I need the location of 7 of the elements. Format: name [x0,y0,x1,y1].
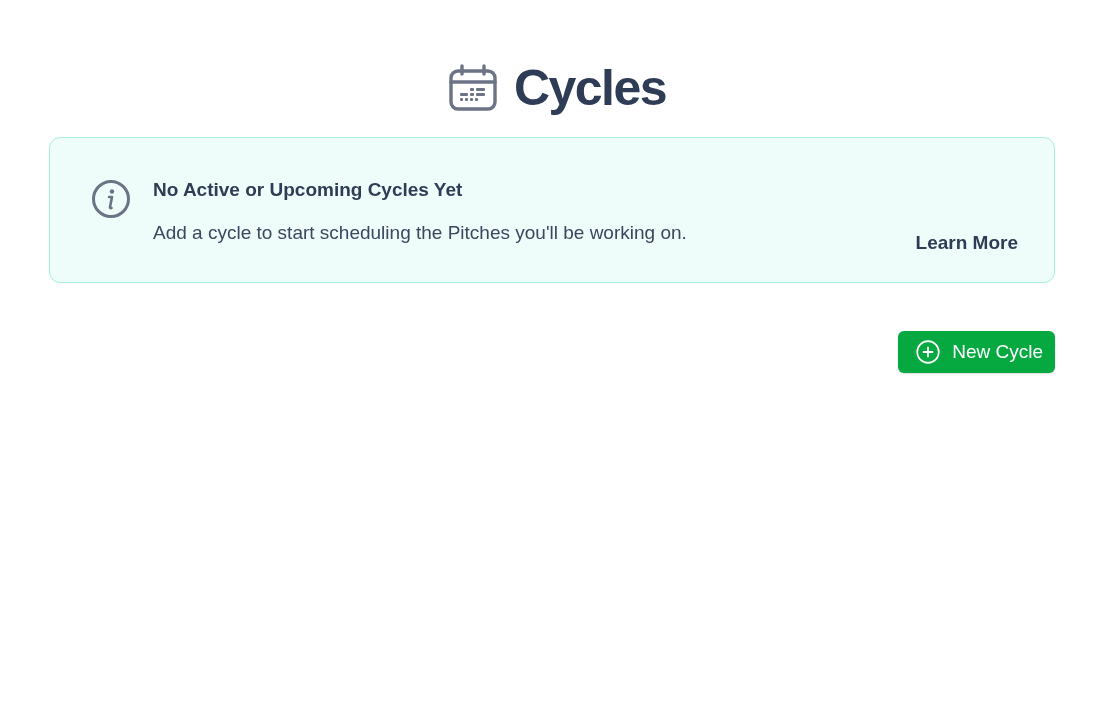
info-icon [91,179,131,219]
banner-message: Add a cycle to start scheduling the Pitches you'll be working on. [153,221,688,245]
learn-more-link[interactable]: Learn More [915,231,1018,255]
page-title: Cycles [513,59,667,118]
banner-title: No Active or Upcoming Cycles Yet [153,178,464,202]
plus-circle-icon [916,340,941,364]
calendar-icon [447,63,498,113]
